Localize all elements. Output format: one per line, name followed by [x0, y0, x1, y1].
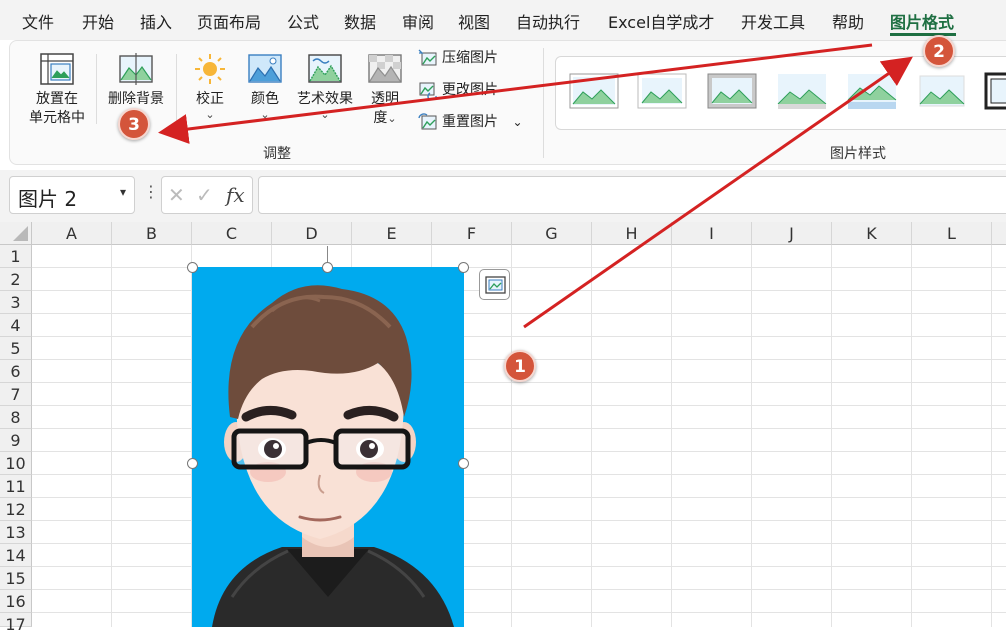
step-badge-2: 2: [923, 35, 955, 67]
arrow-to-picture-format-tab: [523, 56, 913, 329]
step-badge-1: 1: [504, 350, 536, 382]
annotation-arrows: [158, 43, 913, 329]
step-badge-3: 3: [118, 108, 150, 140]
arrow-to-remove-background: [158, 43, 873, 144]
